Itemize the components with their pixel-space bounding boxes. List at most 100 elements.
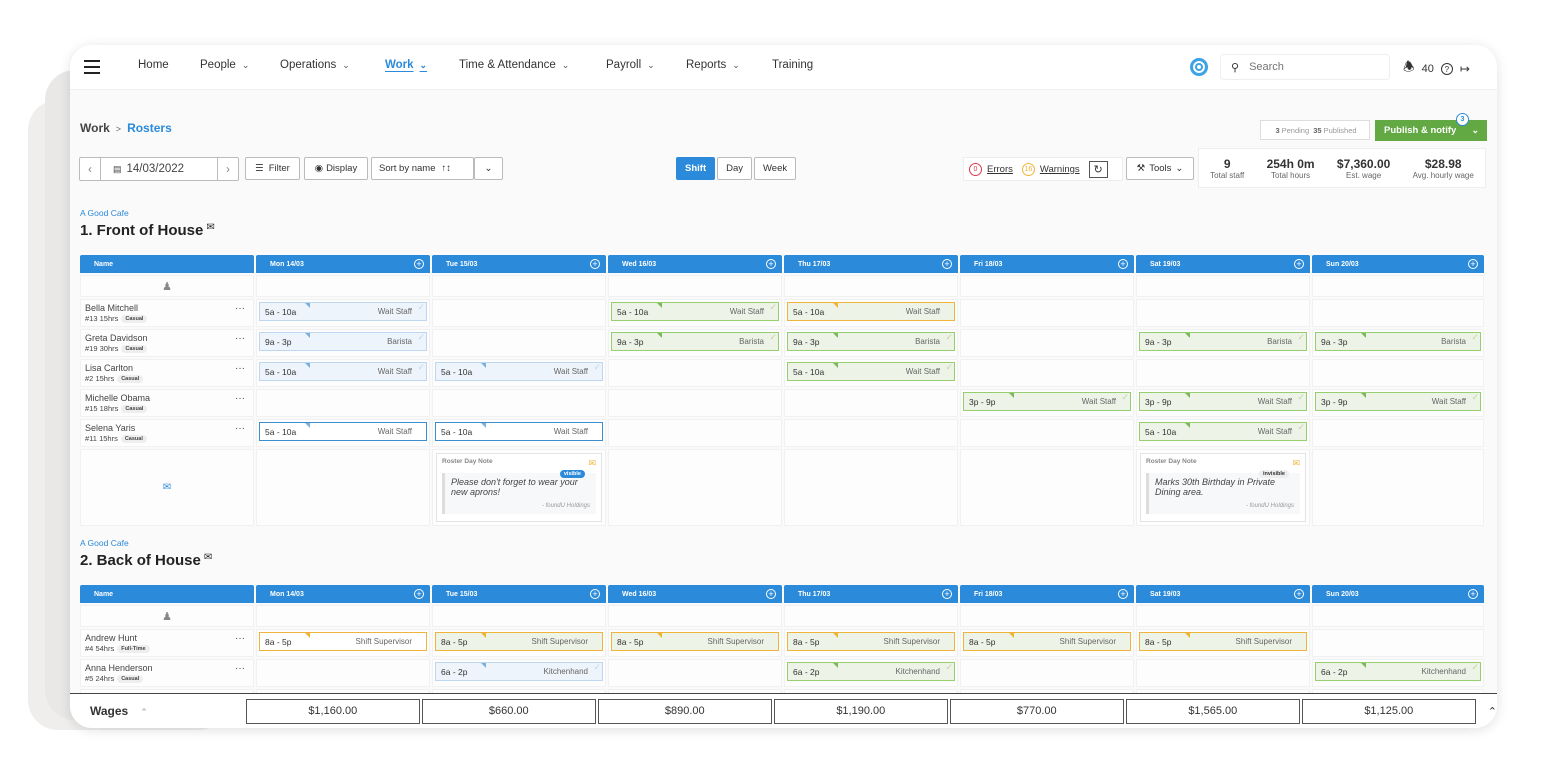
more-options-icon[interactable]: ···: [235, 363, 245, 374]
add-note-icon[interactable]: ✉: [206, 222, 214, 233]
shift-cell[interactable]: 3p - 9p Wait Staff ✓: [960, 389, 1134, 417]
shift-cell[interactable]: 5a - 10a Wait Staff ✓: [432, 359, 606, 387]
tools-button[interactable]: ⚒ Tools ⌄: [1126, 157, 1194, 180]
add-note-cell[interactable]: ✉: [80, 449, 254, 526]
empty-cell[interactable]: [256, 605, 430, 627]
day-note-icon[interactable]: +: [590, 589, 600, 599]
name-column-header[interactable]: Name: [80, 255, 254, 273]
empty-cell[interactable]: [1312, 275, 1484, 297]
nav-item-payroll[interactable]: Payroll ⌄: [606, 59, 655, 71]
shift-cell[interactable]: [960, 329, 1134, 357]
empty-cell[interactable]: [1136, 275, 1310, 297]
shift-cell[interactable]: [784, 419, 958, 447]
chevron-down-icon[interactable]: ⌄: [1471, 125, 1479, 136]
shift-cell[interactable]: 9a - 3p Barista ✓: [608, 329, 782, 357]
shift-cell[interactable]: 8a - 5p Shift Supervisor: [784, 629, 958, 657]
logout-icon[interactable]: ↦: [1460, 62, 1470, 76]
shift-block[interactable]: 9a - 3p Barista ✓: [1139, 332, 1307, 351]
shift-cell[interactable]: [432, 389, 606, 417]
empty-cell[interactable]: [1136, 605, 1310, 627]
shift-cell[interactable]: 3p - 9p Wait Staff ✓: [1136, 389, 1310, 417]
shift-cell[interactable]: [1312, 629, 1484, 657]
note-cell[interactable]: [960, 449, 1134, 526]
shift-block[interactable]: 9a - 3p Barista ✓: [259, 332, 427, 351]
shift-cell[interactable]: [1136, 299, 1310, 327]
shift-cell[interactable]: [784, 389, 958, 417]
breadcrumb-work[interactable]: Work: [80, 121, 110, 135]
view-tab-week[interactable]: Week: [754, 157, 797, 180]
shift-cell[interactable]: 5a - 10a Wait Staff ✓: [784, 359, 958, 387]
day-note-icon[interactable]: +: [1294, 589, 1304, 599]
shift-cell[interactable]: [608, 419, 782, 447]
shift-cell[interactable]: 5a - 10a Wait Staff: [784, 299, 958, 327]
date-value[interactable]: 14/03/2022: [127, 163, 185, 175]
more-options-icon[interactable]: ···: [235, 633, 245, 644]
shift-block[interactable]: 5a - 10a Wait Staff ✓: [435, 362, 603, 381]
shift-cell[interactable]: [960, 419, 1134, 447]
shift-cell[interactable]: 5a - 10a Wait Staff ✓: [256, 299, 430, 327]
shift-block[interactable]: 5a - 10a Wait Staff ✓: [259, 362, 427, 381]
shift-cell[interactable]: [256, 389, 430, 417]
nav-item-reports[interactable]: Reports ⌄: [686, 59, 740, 71]
add-person-icon[interactable]: ♟: [162, 610, 172, 623]
shift-cell[interactable]: 9a - 3p Barista ✓: [256, 329, 430, 357]
day-note-icon[interactable]: +: [1294, 259, 1304, 269]
nav-item-operations[interactable]: Operations ⌄: [280, 59, 350, 71]
shift-block[interactable]: 6a - 2p Kitchenhand ✓: [435, 662, 603, 681]
errors-link[interactable]: Errors: [987, 164, 1013, 175]
empty-cell[interactable]: [608, 605, 782, 627]
more-options-icon[interactable]: ···: [235, 393, 245, 404]
shift-cell[interactable]: [608, 359, 782, 387]
shift-cell[interactable]: 9a - 3p Barista ✓: [784, 329, 958, 357]
shift-cell[interactable]: 8a - 5p Shift Supervisor: [432, 629, 606, 657]
day-note-icon[interactable]: +: [1118, 589, 1128, 599]
empty-cell[interactable]: [256, 275, 430, 297]
shift-cell[interactable]: 3p - 9p Wait Staff ✓: [1312, 389, 1484, 417]
shift-block[interactable]: 5a - 10a Wait Staff ✓: [259, 302, 427, 321]
empty-cell[interactable]: [784, 605, 958, 627]
shift-cell[interactable]: [1312, 419, 1484, 447]
prev-week-button[interactable]: ‹: [80, 158, 100, 180]
nav-item-training[interactable]: Training: [772, 59, 813, 71]
shift-cell[interactable]: 5a - 10a Wait Staff: [256, 419, 430, 447]
date-picker[interactable]: ‹ ▤ 14/03/2022 ›: [79, 157, 239, 181]
staff-name-cell[interactable]: Michelle Obama #15 18hrs Casual ···: [80, 389, 254, 417]
next-week-button[interactable]: ›: [218, 158, 238, 180]
note-cell[interactable]: [608, 449, 782, 526]
shift-cell[interactable]: 6a - 2p Kitchenhand ✓: [432, 659, 606, 687]
name-column-header[interactable]: Name: [80, 585, 254, 603]
publish-notify-button[interactable]: Publish & notify 3 ⌄: [1375, 113, 1487, 141]
nav-item-work[interactable]: Work ⌄: [385, 59, 427, 71]
shift-cell[interactable]: [960, 359, 1134, 387]
shift-cell[interactable]: [1312, 299, 1484, 327]
staff-name-cell[interactable]: Greta Davidson #19 30hrs Casual ···: [80, 329, 254, 357]
help-icon[interactable]: ?: [1440, 63, 1453, 75]
note-cell[interactable]: Roster Day Note ✉ invisible Marks 30th Birt…: [1136, 449, 1310, 526]
day-note-icon[interactable]: +: [414, 259, 424, 269]
shift-cell[interactable]: [432, 299, 606, 327]
more-options-icon[interactable]: ···: [235, 663, 245, 674]
shift-block[interactable]: 9a - 3p Barista ✓: [1315, 332, 1481, 351]
day-note-icon[interactable]: +: [590, 259, 600, 269]
shift-cell[interactable]: 9a - 3p Barista ✓: [1136, 329, 1310, 357]
add-employee-cell[interactable]: ♟: [80, 275, 254, 297]
search-box[interactable]: ⚲: [1220, 54, 1390, 80]
staff-name-cell[interactable]: Lisa Carlton #2 15hrs Casual ···: [80, 359, 254, 387]
day-note-icon[interactable]: +: [942, 259, 952, 269]
day-note-icon[interactable]: +: [766, 589, 776, 599]
sort-dropdown-button[interactable]: ⌄: [474, 157, 503, 180]
day-note-icon[interactable]: +: [1468, 259, 1478, 269]
shift-cell[interactable]: [960, 299, 1134, 327]
shift-block[interactable]: 5a - 10a Wait Staff: [787, 302, 955, 321]
note-icon[interactable]: ✉: [588, 458, 596, 469]
roster-day-note[interactable]: Roster Day Note ✉ invisible Marks 30th Birt…: [1140, 453, 1306, 522]
shift-block[interactable]: 8a - 5p Shift Supervisor: [1139, 632, 1307, 651]
add-employee-cell[interactable]: ♟: [80, 605, 254, 627]
shift-block[interactable]: 5a - 10a Wait Staff ✓: [787, 362, 955, 381]
sort-button[interactable]: Sort by name ↑↕: [371, 157, 474, 180]
more-options-icon[interactable]: ···: [235, 303, 245, 314]
shift-block[interactable]: 8a - 5p Shift Supervisor: [611, 632, 779, 651]
shift-block[interactable]: 5a - 10a Wait Staff ✓: [1139, 422, 1307, 441]
view-tab-shift[interactable]: Shift: [676, 157, 716, 180]
expand-wages-button[interactable]: ⌃: [1488, 705, 1497, 718]
